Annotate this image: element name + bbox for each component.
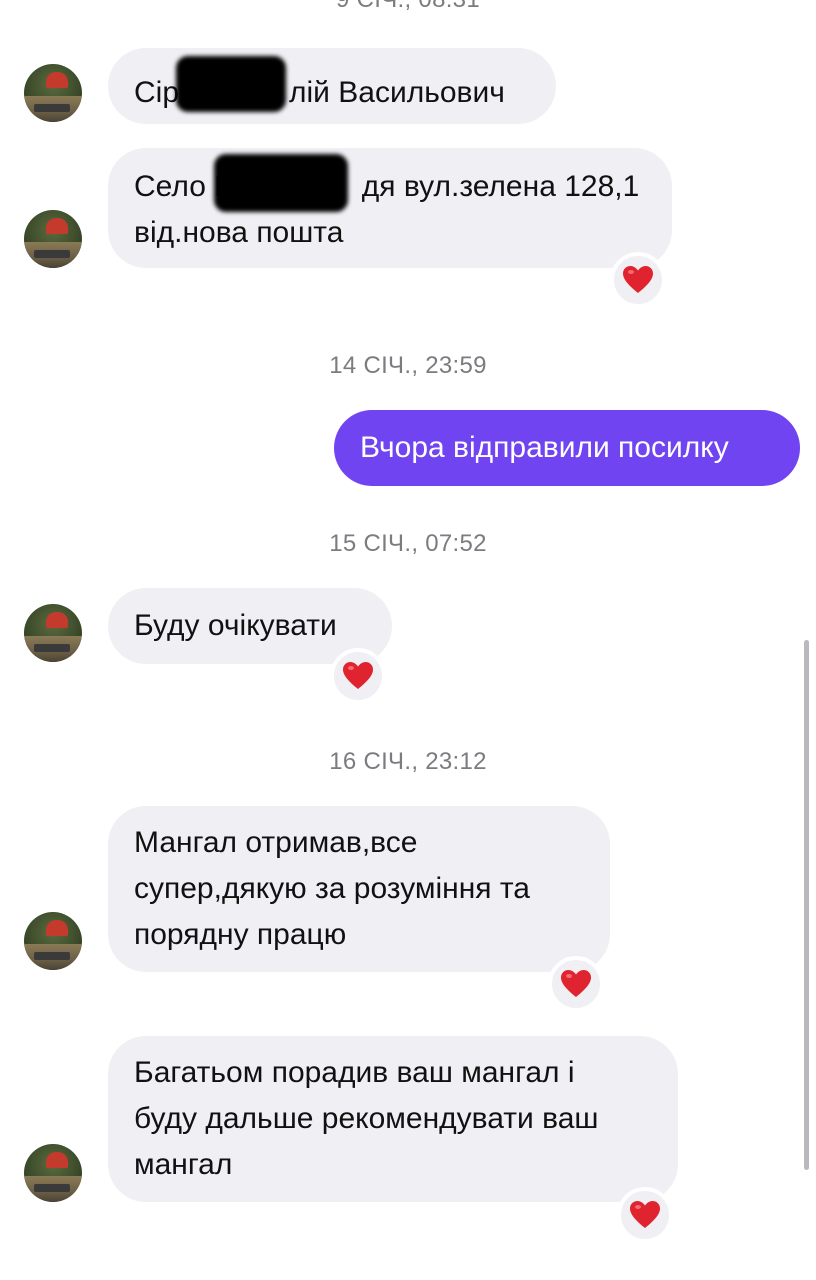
message-line: супер,дякую за розуміння та: [134, 872, 530, 905]
timestamp-divider: 16 СІЧ., 23:12: [329, 748, 487, 775]
reaction-badge[interactable]: [548, 956, 604, 1012]
avatar-tent-shape: [46, 920, 68, 936]
red-heart-icon: [561, 970, 591, 997]
timestamp-divider: 14 СІЧ., 23:59: [329, 352, 487, 379]
message-text-part: дя вул.зелена 128,1: [361, 170, 640, 203]
contact-avatar[interactable]: [24, 1144, 82, 1202]
message-text-part: Сір: [134, 76, 180, 109]
avatar-tent-shape: [46, 72, 68, 88]
reaction-badge[interactable]: [610, 252, 666, 308]
avatar-grill-shape: [34, 1184, 70, 1192]
reaction-badge[interactable]: [330, 648, 386, 704]
contact-avatar[interactable]: [24, 912, 82, 970]
message-line: від.нова пошта: [134, 216, 344, 249]
message-line: буду дальше рекомендувати ваш: [134, 1102, 599, 1135]
redaction-mark: [176, 56, 286, 112]
avatar-grill-shape: [34, 104, 70, 112]
contact-avatar[interactable]: [24, 210, 82, 268]
message-line: мангал: [134, 1148, 233, 1181]
message-bubble-recommend[interactable]: Багатьом порадив ваш мангал і буду дальш…: [108, 1036, 678, 1202]
redaction-mark: [214, 154, 348, 212]
avatar-tent-shape: [46, 1152, 68, 1168]
message-line: Село Пдя вул.зелена 128,1: [134, 164, 646, 210]
message-line: Мангал отримав,все: [134, 826, 418, 859]
scrollbar[interactable]: [804, 640, 809, 1170]
message-text-part: лій Васильович: [289, 76, 505, 109]
contact-avatar[interactable]: [24, 64, 82, 122]
avatar-tent-shape: [46, 612, 68, 628]
message-text: Буду очікувати: [134, 609, 337, 642]
contact-avatar[interactable]: [24, 604, 82, 662]
timestamp-top: 9 СІЧ., 08:31: [0, 0, 816, 14]
reaction-badge[interactable]: [617, 1187, 673, 1243]
timestamp-divider: 15 СІЧ., 07:52: [329, 530, 487, 557]
red-heart-icon: [630, 1201, 660, 1228]
avatar-grill-shape: [34, 250, 70, 258]
message-line: порядну працю: [134, 918, 347, 951]
red-heart-icon: [623, 266, 653, 293]
message-bubble-received[interactable]: Мангал отримав,все супер,дякую за розумі…: [108, 806, 610, 972]
red-heart-icon: [343, 662, 373, 689]
avatar-tent-shape: [46, 218, 68, 234]
message-line: Багатьом порадив ваш мангал і: [134, 1056, 575, 1089]
avatar-grill-shape: [34, 952, 70, 960]
message-bubble-address[interactable]: Село Пдя вул.зелена 128,1 від.нова пошта: [108, 148, 672, 268]
avatar-grill-shape: [34, 644, 70, 652]
message-bubble-outgoing[interactable]: Вчора відправили посилку: [334, 410, 800, 486]
message-text: Вчора відправили посилку: [360, 431, 729, 464]
